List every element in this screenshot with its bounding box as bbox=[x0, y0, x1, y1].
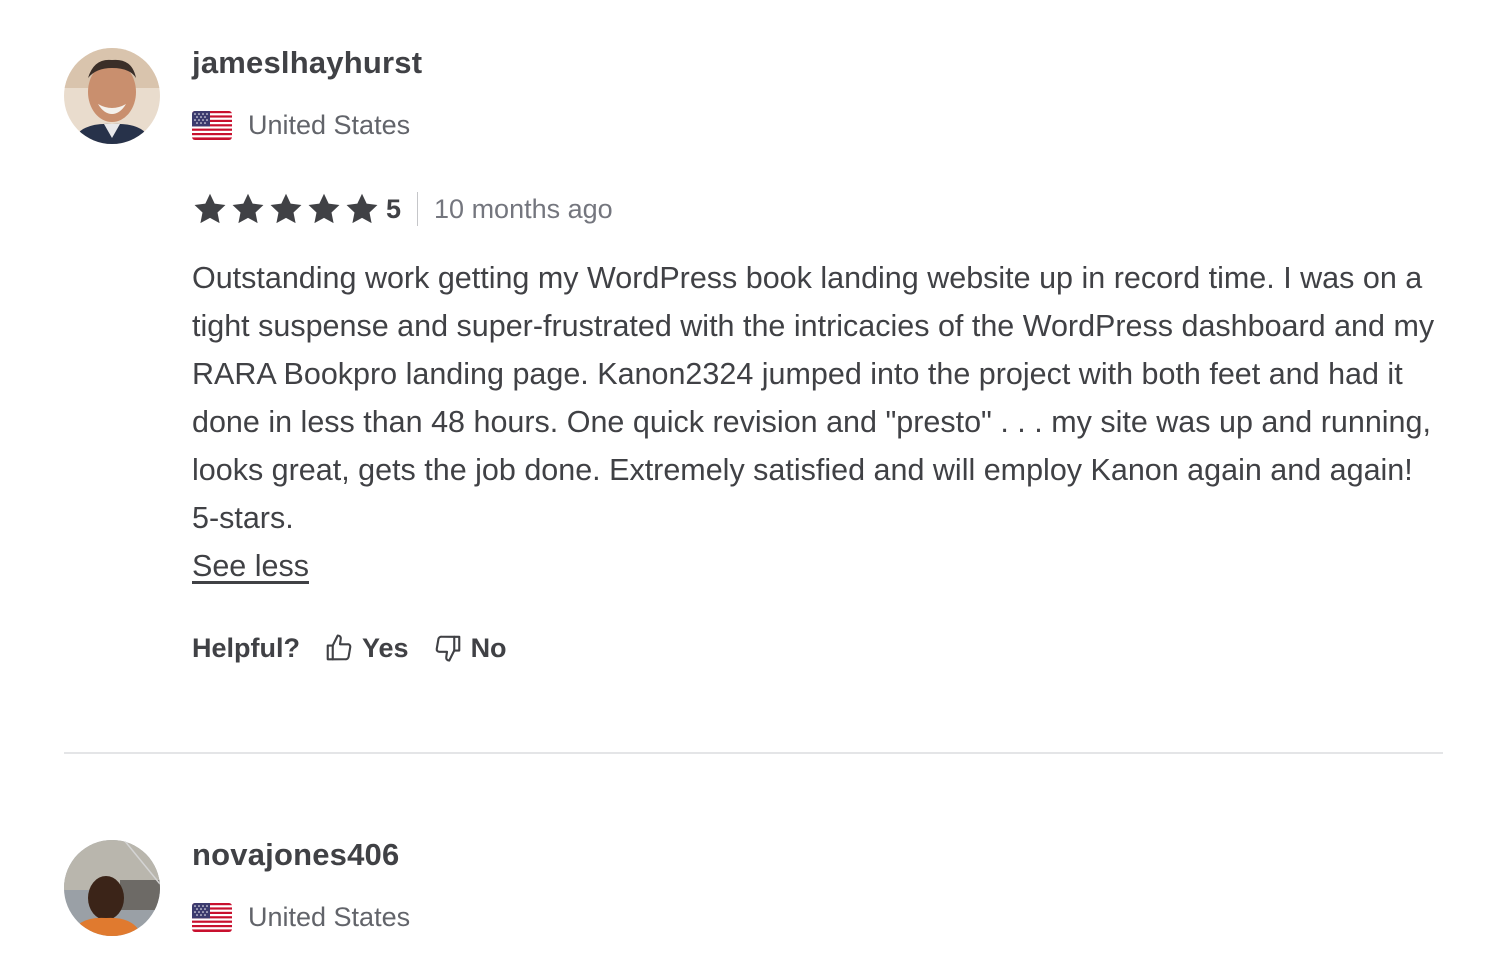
thumbs-up-icon bbox=[326, 634, 352, 661]
star-icon bbox=[308, 193, 340, 224]
rating-row: 5 10 months ago bbox=[192, 189, 613, 229]
reviewer-location: United States bbox=[192, 110, 410, 141]
thumbs-down-icon bbox=[435, 635, 460, 662]
us-flag-icon bbox=[192, 903, 232, 932]
star-icon bbox=[270, 193, 302, 224]
avatar[interactable] bbox=[64, 48, 160, 144]
helpful-row: Helpful? Yes No bbox=[192, 628, 507, 668]
review-date: 10 months ago bbox=[434, 193, 613, 224]
star-rating bbox=[192, 191, 380, 227]
review-divider bbox=[64, 752, 1443, 754]
review-text: Outstanding work getting my WordPress bo… bbox=[192, 261, 1435, 535]
country-name: United States bbox=[248, 902, 411, 932]
divider bbox=[417, 192, 419, 226]
star-icon bbox=[346, 193, 378, 224]
see-less-link[interactable]: See less bbox=[192, 542, 309, 590]
helpful-no-button[interactable]: No bbox=[433, 633, 507, 664]
avatar[interactable] bbox=[64, 840, 160, 936]
star-icon bbox=[232, 193, 264, 224]
us-flag-icon bbox=[192, 111, 232, 140]
reviewer-location: United States bbox=[192, 902, 410, 933]
reviewer-username[interactable]: novajones406 bbox=[192, 837, 399, 873]
reviewer-username[interactable]: jameslhayhurst bbox=[192, 45, 422, 81]
helpful-yes-button[interactable]: Yes bbox=[324, 633, 409, 664]
yes-label: Yes bbox=[362, 632, 409, 663]
star-icon bbox=[194, 193, 226, 224]
no-label: No bbox=[470, 632, 507, 663]
country-name: United States bbox=[248, 110, 411, 140]
rating-value: 5 bbox=[386, 193, 402, 224]
helpful-label: Helpful? bbox=[192, 632, 300, 663]
